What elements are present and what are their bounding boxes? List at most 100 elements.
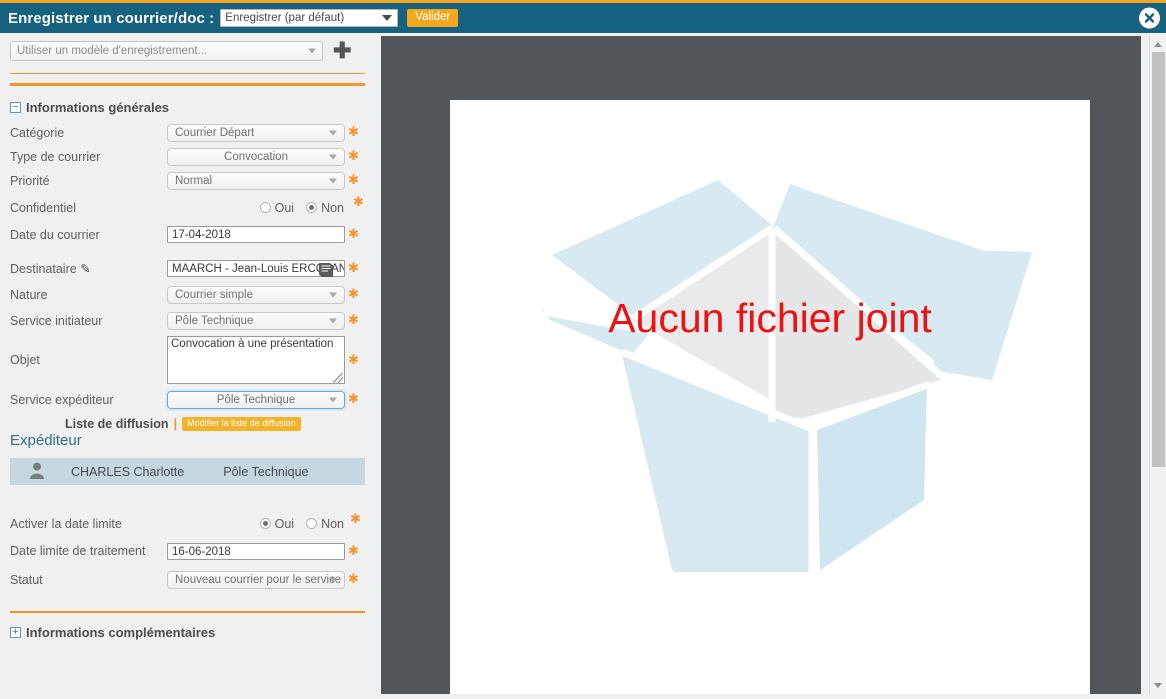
chevron-down-icon xyxy=(329,397,337,402)
template-row: Utiliser un modèle d'enregistrement... ✚ xyxy=(0,40,375,62)
edit-pencil-icon[interactable]: ✎ xyxy=(80,262,90,276)
document-page: Aucun fichier joint xyxy=(450,100,1090,694)
diffusion-label: Liste de diffusion xyxy=(65,416,169,431)
empty-box-illustration xyxy=(542,180,1032,572)
label-type-courrier: Type de courrier xyxy=(10,149,101,164)
field-service-expediteur: Service expéditeur Pôle Technique ✱ xyxy=(0,389,375,410)
resize-grip-icon[interactable] xyxy=(333,373,343,383)
viewer-scrollbar[interactable] xyxy=(1149,36,1166,694)
field-date-courrier: Date du courrier 17-04-2018 ✱ xyxy=(0,224,375,245)
date-courrier-input[interactable]: 17-04-2018 xyxy=(167,226,345,243)
required-marker: ✱ xyxy=(353,193,364,209)
chevron-down-icon xyxy=(329,178,337,183)
label-date-limite: Date limite de traitement xyxy=(10,544,146,558)
expediteur-entry[interactable]: CHARLES Charlotte Pôle Technique xyxy=(10,458,365,485)
edit-diffusion-button[interactable]: Modifier la liste de diffusion xyxy=(182,416,301,431)
divider-thin xyxy=(10,73,365,74)
label-priorite: Priorité xyxy=(10,173,50,188)
window-header: Enregistrer un courrier/doc : Enregistre… xyxy=(0,0,1166,33)
action-select[interactable]: Enregistrer (par défaut) xyxy=(220,9,399,27)
confidentiel-radio-oui[interactable] xyxy=(259,202,271,213)
scrollbar-thumb[interactable] xyxy=(1152,52,1165,467)
expediteur-name: CHARLES Charlotte xyxy=(71,464,185,479)
user-avatar-icon xyxy=(30,462,44,479)
expand-icon[interactable]: + xyxy=(10,627,21,638)
scroll-up-arrow-icon[interactable] xyxy=(1154,42,1162,47)
registration-form-pane: Utiliser un modèle d'enregistrement... ✚… xyxy=(0,33,375,699)
required-marker: ✱ xyxy=(348,286,359,301)
scroll-down-arrow-icon[interactable] xyxy=(1154,683,1162,688)
statut-select[interactable]: Nouveau courrier pour le service xyxy=(167,570,345,589)
field-priorite: Priorité Normal ✱ xyxy=(0,170,375,191)
label-destinataire: Destinataire ✎ xyxy=(0,261,167,276)
add-template-icon[interactable]: ✚ xyxy=(333,40,351,62)
chevron-down-icon xyxy=(329,577,337,582)
date-limite-input[interactable]: 16-06-2018 xyxy=(167,543,345,560)
divider-thick-bottom xyxy=(10,611,365,613)
date-limite-radio-non[interactable] xyxy=(306,518,318,529)
objet-textarea[interactable]: Convocation à une présentation xyxy=(167,336,345,384)
required-marker: ✱ xyxy=(348,351,359,367)
categorie-value: Courrier Départ xyxy=(175,126,255,139)
nature-select[interactable]: Courrier simple xyxy=(167,285,345,304)
diffusion-row: Liste de diffusion | Modifier la liste d… xyxy=(0,416,375,431)
categorie-select[interactable]: Courrier Départ xyxy=(167,123,345,142)
action-select-value: Enregistrer (par défaut) xyxy=(225,12,345,24)
template-select[interactable]: Utiliser un modèle d'enregistrement... xyxy=(10,41,323,61)
field-type-courrier: Type de courrier Convocation ✱ xyxy=(0,146,375,167)
chevron-down-icon xyxy=(329,292,337,297)
label-statut: Statut xyxy=(10,572,43,587)
avatar xyxy=(29,462,45,482)
expediteur-heading: Expéditeur xyxy=(10,432,82,449)
service-expediteur-select[interactable]: Pôle Technique xyxy=(167,390,345,409)
date-limite-value: 16-06-2018 xyxy=(172,545,231,558)
chevron-down-icon xyxy=(382,15,393,21)
required-marker: ✱ xyxy=(348,172,359,187)
divider-thick xyxy=(10,83,365,86)
field-destinataire: Destinataire ✎ MAARCH - Jean-Louis ERCO … xyxy=(0,258,375,279)
section-header-general[interactable]: − Informations générales xyxy=(10,100,375,115)
date-limite-label-non: Non xyxy=(321,516,344,531)
chevron-down-icon xyxy=(329,130,337,135)
section-header-additional[interactable]: + Informations complémentaires xyxy=(10,625,375,640)
close-icon[interactable] xyxy=(1139,7,1160,29)
expediteur-service: Pôle Technique xyxy=(223,464,309,479)
field-nature: Nature Courrier simple ✱ xyxy=(0,284,375,305)
section-title-general: Informations générales xyxy=(26,100,170,115)
label-date-courrier: Date du courrier xyxy=(10,227,100,242)
confidentiel-radio-non[interactable] xyxy=(306,202,318,213)
collapse-icon[interactable]: − xyxy=(10,102,21,113)
document-viewer-pane: Aucun fichier joint xyxy=(375,33,1166,699)
address-book-icon[interactable] xyxy=(317,262,335,281)
field-date-limite: Date limite de traitement 16-06-2018 ✱ xyxy=(0,541,375,562)
field-confidentiel: Confidentiel Oui Non ✱ xyxy=(0,193,375,218)
close-glyph xyxy=(1144,13,1155,23)
priorite-value: Normal xyxy=(175,174,213,187)
statut-value: Nouveau courrier pour le service xyxy=(175,573,342,586)
required-marker: ✱ xyxy=(348,148,359,163)
priorite-select[interactable]: Normal xyxy=(167,171,345,190)
date-limite-radio-oui[interactable] xyxy=(259,518,271,529)
confidentiel-radio-group: Oui Non xyxy=(167,201,345,215)
required-marker: ✱ xyxy=(348,226,359,241)
address-book-glyph xyxy=(319,263,333,277)
label-categorie: Catégorie xyxy=(10,125,65,140)
required-marker: ✱ xyxy=(350,510,361,526)
required-marker: ✱ xyxy=(348,571,359,586)
required-marker: ✱ xyxy=(348,124,359,139)
required-marker: ✱ xyxy=(348,312,359,327)
required-marker: ✱ xyxy=(348,260,359,275)
service-initiateur-select[interactable]: Pôle Technique xyxy=(167,311,345,330)
validate-button[interactable]: Valider xyxy=(407,8,459,28)
no-file-message: Aucun fichier joint xyxy=(608,295,932,341)
viewer-canvas: Aucun fichier joint xyxy=(381,36,1141,694)
chevron-down-icon xyxy=(329,318,337,323)
date-courrier-value: 17-04-2018 xyxy=(172,228,231,241)
label-service-initiateur: Service initiateur xyxy=(10,313,103,328)
type-courrier-select[interactable]: Convocation xyxy=(167,147,345,166)
field-statut: Statut Nouveau courrier pour le service … xyxy=(0,569,375,590)
confidentiel-label-non: Non xyxy=(321,200,344,215)
label-service-expediteur: Service expéditeur xyxy=(10,392,114,407)
label-destinataire-text: Destinataire xyxy=(10,262,77,276)
service-expediteur-value: Pôle Technique xyxy=(216,393,296,406)
